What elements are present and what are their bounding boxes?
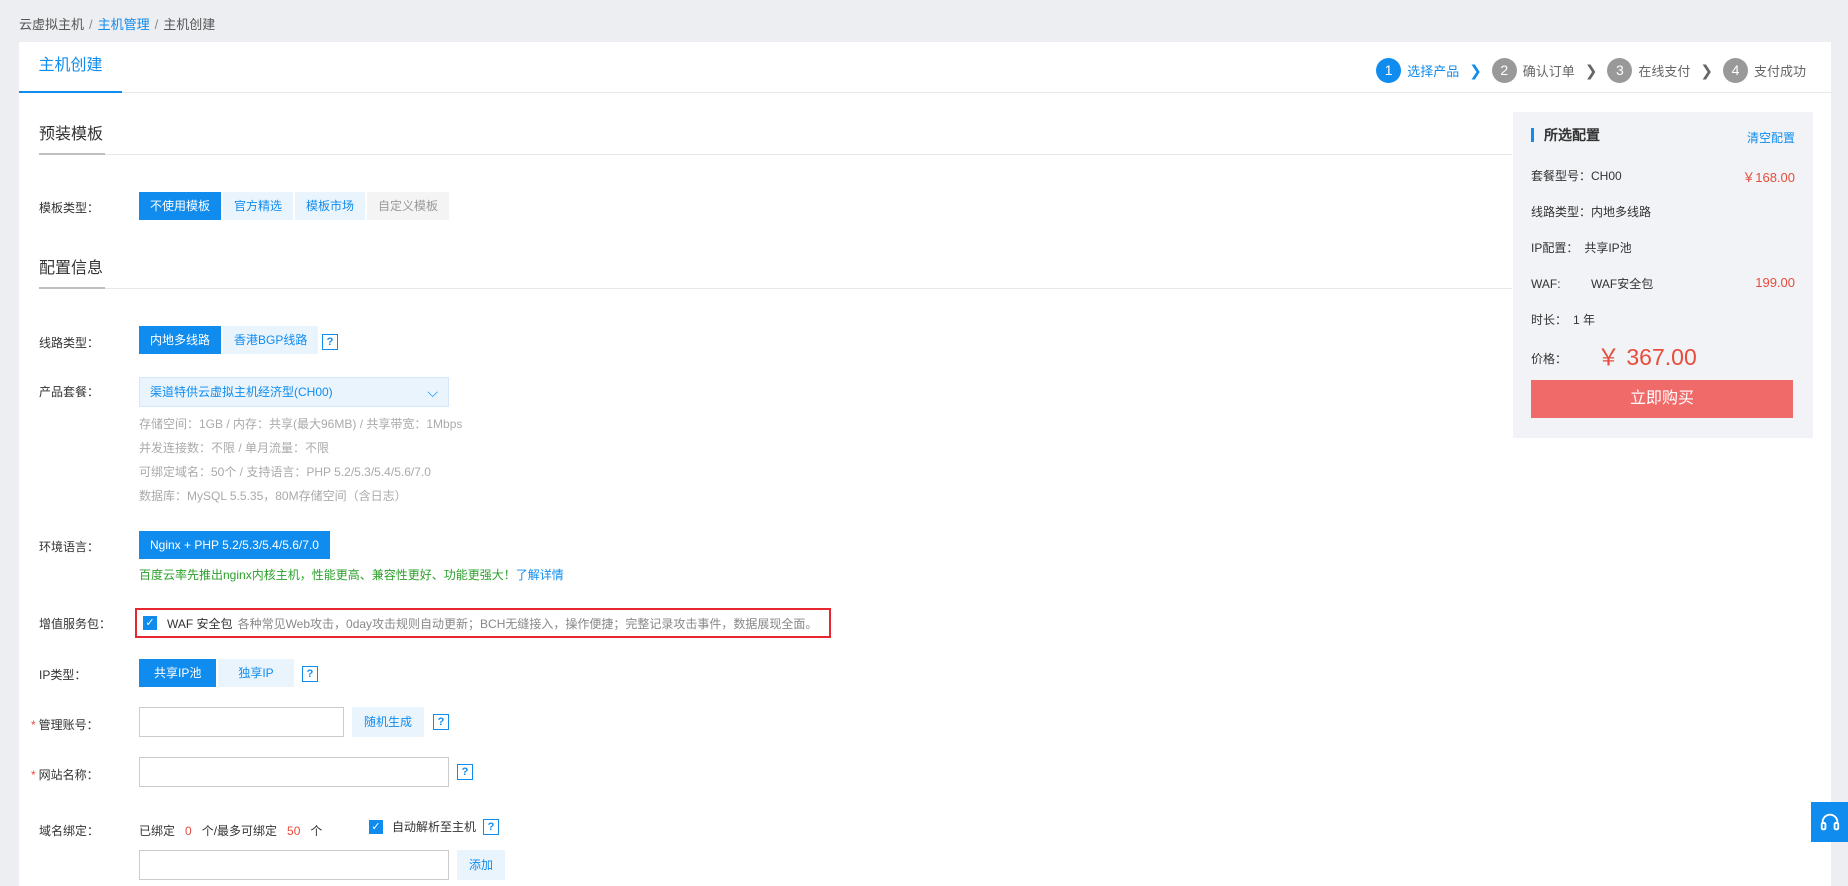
waf-description: 各种常见Web攻击，0day攻击规则自动更新；BCH无缝接入，操作便捷；完整记录… bbox=[237, 616, 818, 631]
ip-option-dedicated[interactable]: 独享IP bbox=[218, 659, 294, 687]
customer-service-button[interactable] bbox=[1811, 802, 1848, 842]
domain-input[interactable] bbox=[139, 850, 449, 880]
env-note-text: 百度云率先推出nginx内核主机，性能更高、兼容性更好、功能更强大！ bbox=[139, 568, 516, 582]
waf-checkbox[interactable]: ✓ bbox=[143, 616, 157, 630]
admin-account-input[interactable] bbox=[139, 707, 344, 737]
package-select[interactable]: 渠道特供云虚拟主机经济型(CH00) ⌵ bbox=[139, 377, 449, 407]
auto-resolve-label: 自动解析至主机 bbox=[392, 820, 477, 834]
help-icon[interactable]: ? bbox=[483, 819, 499, 835]
main-card: 主机创建 1 选择产品 ❯ 2 确认订单 ❯ 3 在线支付 ❯ 4 支付成功 预… bbox=[19, 42, 1831, 886]
summary-row-package: 套餐型号：CH00 bbox=[1531, 169, 1622, 183]
page-title: 主机创建 bbox=[19, 42, 122, 93]
line-option-mainland[interactable]: 内地多线路 bbox=[139, 326, 222, 354]
total-price: ￥ 367.00 bbox=[1597, 344, 1697, 370]
site-name-label: * 网站名称： bbox=[31, 768, 99, 782]
clear-config-link[interactable]: 清空配置 bbox=[1747, 129, 1795, 146]
addon-label: 增值服务包： bbox=[39, 617, 112, 631]
domain-binding-label: 域名绑定： bbox=[39, 824, 100, 838]
chevron-down-icon: ⌵ bbox=[427, 384, 438, 400]
summary-price-waf: 199.00 bbox=[1755, 275, 1795, 290]
summary-row-line: 线路类型：内地多线路 bbox=[1531, 205, 1652, 219]
section-title: 预装模板 bbox=[39, 122, 106, 155]
package-spec: 存储空间：1GB / 内存：共享(最大96MB) / 共享带宽：1Mbps bbox=[139, 417, 463, 431]
template-option-none[interactable]: 不使用模板 bbox=[139, 192, 222, 220]
step-label: 支付成功 bbox=[1753, 64, 1806, 79]
step-2: 2 确认订单 bbox=[1491, 58, 1575, 83]
card-header: 主机创建 1 选择产品 ❯ 2 确认订单 ❯ 3 在线支付 ❯ 4 支付成功 bbox=[19, 42, 1831, 93]
panel-title: 所选配置 bbox=[1531, 128, 1600, 142]
help-icon[interactable]: ? bbox=[457, 764, 473, 780]
domain-binding-info: 已绑定 0 个/最多可绑定 50 个 bbox=[139, 824, 323, 838]
template-option-custom[interactable]: 自定义模板 bbox=[367, 192, 450, 220]
env-note: 百度云率先推出nginx内核主机，性能更高、兼容性更好、功能更强大！了解详情 bbox=[139, 566, 564, 583]
domain-bound-count: 0 bbox=[185, 824, 192, 838]
step-label: 确认订单 bbox=[1522, 64, 1575, 79]
breadcrumb-current: 主机创建 bbox=[163, 17, 216, 32]
help-icon[interactable]: ? bbox=[302, 666, 318, 682]
selected-config-panel: 所选配置 清空配置 套餐型号：CH00 ￥168.00 线路类型：内地多线路 I… bbox=[1513, 112, 1813, 438]
env-language-options: Nginx + PHP 5.2/5.3/5.4/5.6/7.0 bbox=[139, 531, 332, 559]
step-number: 3 bbox=[1607, 58, 1633, 83]
step-4: 4 支付成功 bbox=[1722, 58, 1806, 83]
admin-account-label: * 管理账号： bbox=[31, 718, 99, 732]
buy-now-button[interactable]: 立即购买 bbox=[1531, 380, 1793, 418]
learn-more-link[interactable]: 了解详情 bbox=[516, 568, 564, 582]
step-number: 1 bbox=[1376, 58, 1402, 83]
line-type-options: 内地多线路 香港BGP线路 bbox=[139, 326, 320, 354]
breadcrumb-item[interactable]: 云虚拟主机 bbox=[19, 17, 84, 32]
summary-row-duration: 时长： 1 年 bbox=[1531, 313, 1596, 327]
help-icon[interactable]: ? bbox=[433, 714, 449, 730]
package-spec: 可绑定域名：50个 / 支持语言：PHP 5.2/5.3/5.4/5.6/7.0 bbox=[139, 465, 431, 479]
ip-option-shared[interactable]: 共享IP池 bbox=[139, 659, 217, 687]
waf-name: WAF 安全包 bbox=[167, 616, 233, 631]
ip-type-options: 共享IP池 独享IP bbox=[139, 659, 296, 687]
add-domain-button[interactable]: 添加 bbox=[457, 850, 506, 880]
chevron-right-icon: ❯ bbox=[1469, 62, 1482, 80]
domain-max-count: 50 bbox=[287, 824, 301, 838]
step-label: 在线支付 bbox=[1638, 64, 1691, 79]
package-label: 产品套餐： bbox=[39, 385, 100, 399]
template-option-official[interactable]: 官方精选 bbox=[223, 192, 294, 220]
env-language-label: 环境语言： bbox=[39, 540, 100, 554]
section-preset-template: 预装模板 bbox=[39, 122, 1512, 155]
breadcrumb: 云虚拟主机 / 主机管理 / 主机创建 bbox=[19, 17, 216, 32]
chevron-right-icon: ❯ bbox=[1700, 62, 1713, 80]
step-number: 4 bbox=[1722, 58, 1748, 83]
step-1: 1 选择产品 bbox=[1376, 58, 1459, 83]
template-type-label: 模板类型： bbox=[39, 201, 100, 215]
summary-row-ip: IP配置： 共享IP池 bbox=[1531, 241, 1632, 255]
line-type-label: 线路类型： bbox=[39, 336, 100, 350]
step-number: 2 bbox=[1491, 58, 1517, 83]
package-selected-value: 渠道特供云虚拟主机经济型(CH00) bbox=[150, 385, 333, 399]
site-name-input[interactable] bbox=[139, 757, 449, 787]
step-indicator: 1 选择产品 ❯ 2 确认订单 ❯ 3 在线支付 ❯ 4 支付成功 bbox=[1376, 58, 1806, 83]
waf-addon-option[interactable]: ✓ WAF 安全包 各种常见Web攻击，0day攻击规则自动更新；BCH无缝接入… bbox=[135, 608, 831, 638]
ip-type-label: IP类型： bbox=[39, 668, 87, 682]
env-option-nginx-php[interactable]: Nginx + PHP 5.2/5.3/5.4/5.6/7.0 bbox=[139, 531, 330, 559]
summary-price-package: ￥168.00 bbox=[1742, 170, 1795, 185]
headset-icon bbox=[1820, 813, 1839, 831]
template-option-market[interactable]: 模板市场 bbox=[295, 192, 366, 220]
line-option-hongkong-bgp[interactable]: 香港BGP线路 bbox=[223, 326, 319, 354]
breadcrumb-item-host-management[interactable]: 主机管理 bbox=[98, 17, 150, 32]
chevron-right-icon: ❯ bbox=[1584, 62, 1598, 80]
help-icon[interactable]: ? bbox=[322, 334, 338, 350]
template-type-options: 不使用模板 官方精选 模板市场 自定义模板 bbox=[139, 192, 451, 220]
step-3: 3 在线支付 bbox=[1607, 58, 1690, 83]
package-spec: 数据库：MySQL 5.5.35，80M存储空间（含日志） bbox=[139, 489, 407, 503]
section-config-info: 配置信息 bbox=[39, 256, 1512, 289]
total-price-label: 价格： bbox=[1531, 352, 1568, 366]
step-label: 选择产品 bbox=[1407, 64, 1460, 79]
package-spec: 并发连接数：不限 / 单月流量：不限 bbox=[139, 441, 330, 455]
section-title: 配置信息 bbox=[39, 256, 106, 289]
auto-resolve-checkbox[interactable]: ✓ bbox=[369, 819, 383, 834]
summary-row-waf: WAF: WAF安全包 bbox=[1531, 277, 1654, 291]
random-generate-button[interactable]: 随机生成 bbox=[352, 707, 425, 737]
auto-resolve-option[interactable]: ✓ 自动解析至主机 bbox=[369, 818, 476, 835]
